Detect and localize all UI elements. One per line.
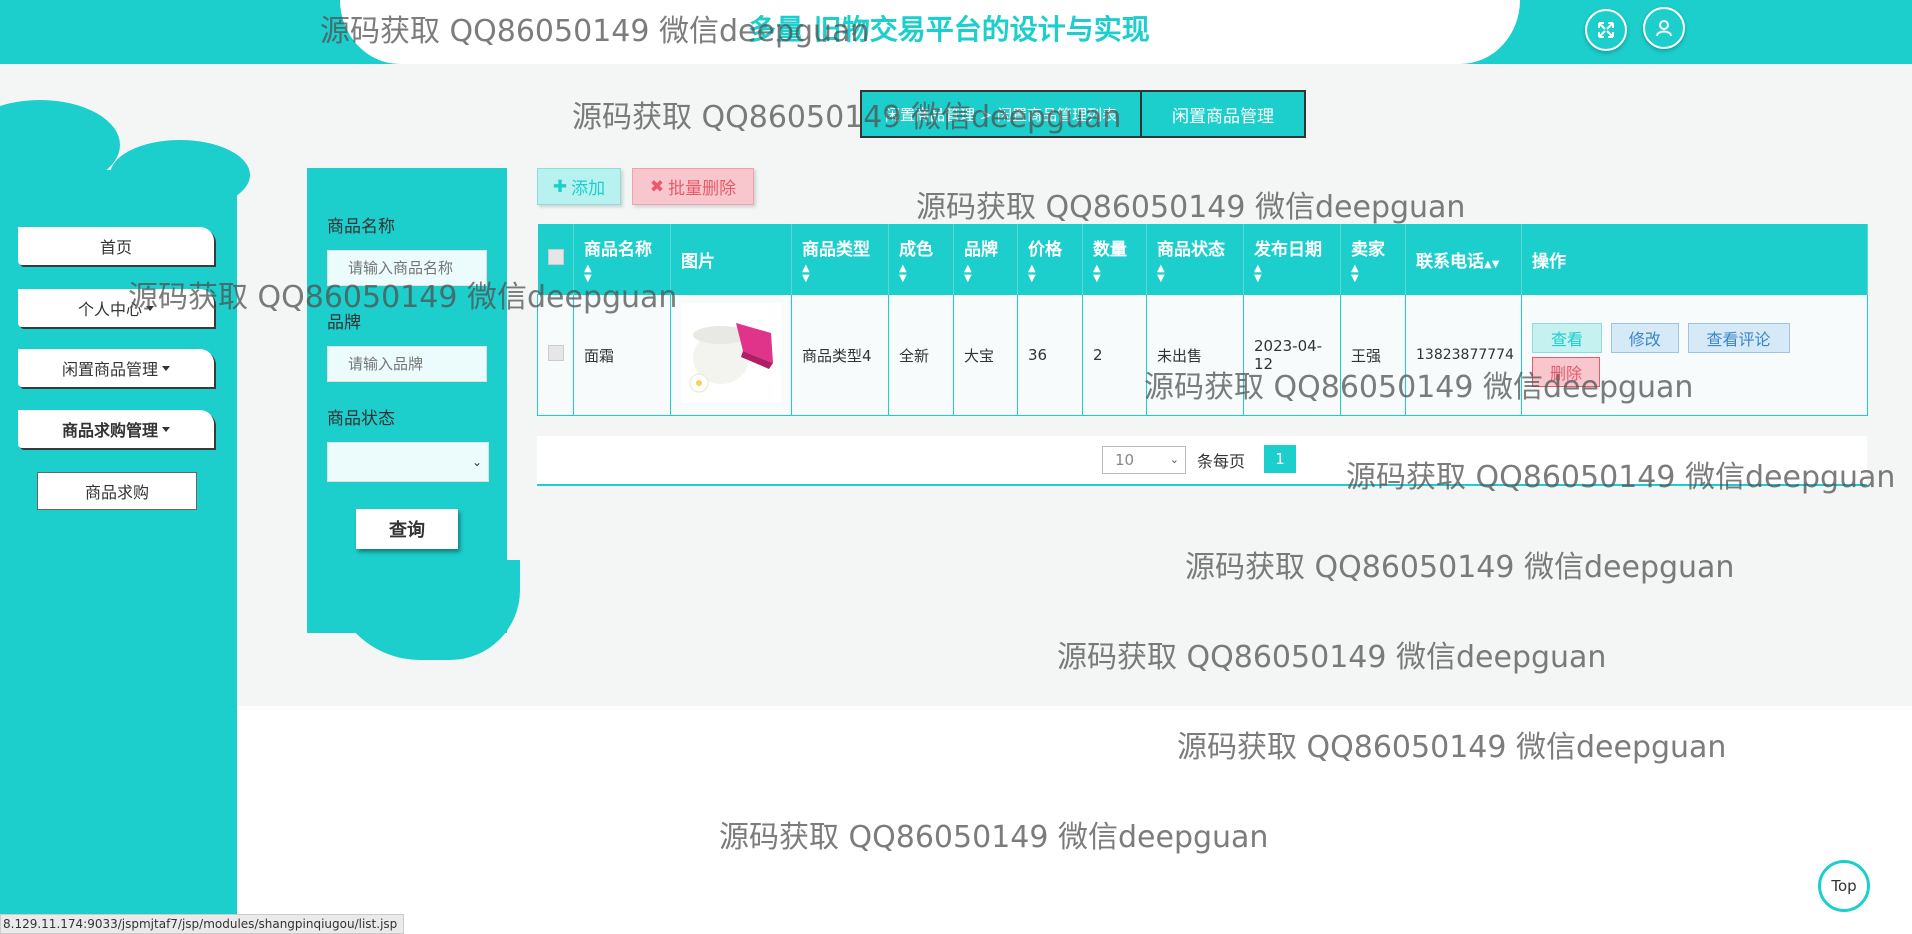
column-header[interactable]: 成色 ▲ ▼: [888, 224, 954, 295]
status-cell: 未出售: [1146, 294, 1244, 416]
column-header[interactable]: 商品类型 ▲ ▼: [791, 224, 889, 295]
sidebar-item-idle-goods[interactable]: 闲置商品管理: [18, 349, 214, 387]
chevron-down-icon: ⌄: [1169, 453, 1179, 466]
column-header[interactable]: 联系电话▲▼: [1405, 224, 1522, 295]
page-size-select[interactable]: 10 ⌄: [1102, 446, 1186, 474]
product-image[interactable]: [681, 303, 781, 403]
column-header[interactable]: 商品名称 ▲ ▼: [573, 224, 671, 295]
user-button[interactable]: [1643, 7, 1685, 49]
brand-cell: 大宝: [953, 294, 1018, 416]
watermark: 源码获取 QQ86050149 微信deepguan: [719, 820, 1269, 855]
chevron-down-icon: ⌄: [471, 455, 482, 469]
condition-cell: 全新: [888, 294, 954, 416]
select-all-checkbox[interactable]: [547, 248, 564, 265]
back-to-top-button[interactable]: Top: [1818, 860, 1870, 912]
submenu-item-label: 商品求购: [84, 483, 149, 502]
breadcrumb: 闲置商品管理 > 闲置商品管理列表 闲置商品管理: [860, 90, 1306, 138]
sidebar-item-purchase[interactable]: 商品求购管理: [18, 410, 214, 448]
per-page-label: 条每页: [1197, 452, 1246, 471]
breadcrumb-list[interactable]: 闲置商品管理 > 闲置商品管理列表: [862, 92, 1140, 136]
column-header[interactable]: 品牌 ▲ ▼: [953, 224, 1018, 295]
breadcrumb-current: 闲置商品管理: [1140, 92, 1304, 136]
date-cell: 2023-04-12: [1243, 294, 1341, 416]
image-cell: [670, 294, 792, 416]
seller-cell: 王强: [1340, 294, 1406, 416]
chevron-down-icon: [162, 365, 170, 371]
row-select-cell: [537, 294, 574, 416]
column-header[interactable]: 价格 ▲ ▼: [1017, 224, 1083, 295]
name-label: 商品名称: [327, 217, 395, 237]
sidebar: [0, 170, 237, 932]
actions-cell: 查看 修改 查看评论 删除: [1521, 294, 1868, 416]
sort-icon: ▲▼: [1157, 262, 1165, 284]
edit-button[interactable]: 修改: [1610, 323, 1679, 353]
brand-input[interactable]: [327, 346, 487, 382]
name-input[interactable]: [327, 250, 487, 286]
fullscreen-button[interactable]: [1585, 9, 1627, 51]
page-title: 多量 旧物交易平台的设计与实现: [748, 13, 1150, 46]
sidebar-item-home[interactable]: 首页: [18, 227, 214, 265]
view-button[interactable]: 查看: [1532, 323, 1602, 353]
status-select[interactable]: ⌄: [327, 442, 489, 482]
sidebar-item-label: 商品求购管理: [61, 421, 158, 440]
sort-icon: ▲▼: [1093, 262, 1101, 284]
sidebar-item-personal-center[interactable]: 个人中心: [18, 289, 214, 327]
pagination: 10 ⌄ 条每页 1: [537, 436, 1867, 486]
type-cell: 商品类型4: [791, 294, 889, 416]
sort-icon: ▲▼: [584, 262, 592, 284]
quantity-cell: 2: [1082, 294, 1147, 416]
page-number-button[interactable]: 1: [1264, 445, 1296, 473]
sidebar-item-label: 闲置商品管理: [61, 360, 158, 379]
sidebar-decoration: [110, 140, 250, 210]
brand-label: 品牌: [327, 313, 361, 333]
add-button[interactable]: ✚ 添加: [537, 168, 621, 205]
chevron-down-icon: [146, 305, 154, 311]
page-size-value: 10: [1115, 451, 1135, 469]
column-header: 图片: [670, 224, 792, 295]
status-label: 商品状态: [327, 409, 395, 429]
table-row: 面霜 商品类型4 全新 大宝 36 2 未出售 2023-04-12 王强 13…: [537, 294, 1868, 416]
plus-icon: ✚: [552, 176, 568, 197]
chevron-down-icon: [162, 426, 170, 432]
sort-icon: ▲▼: [1028, 262, 1036, 284]
sort-icon: ▲▼: [964, 262, 972, 284]
query-button[interactable]: 查询: [356, 509, 458, 549]
delete-button[interactable]: 删除: [1532, 357, 1600, 387]
status-bar-url: 8.129.11.174:9033/jspmjtaf7/jsp/modules/…: [0, 914, 405, 934]
column-header[interactable]: 数量 ▲ ▼: [1082, 224, 1147, 295]
column-header: 操作: [1521, 224, 1868, 295]
add-button-label: 添加: [571, 179, 606, 199]
table-header-row: 商品名称 ▲ ▼ 图片 商品类型 ▲ ▼ 成色 ▲ ▼ 品牌 ▲ ▼ 价格 ▲ ▼ 数量 ▲ ▼ 商品状…: [537, 224, 1868, 295]
sort-icon: ▲▼: [1484, 258, 1500, 270]
column-header[interactable]: 卖家 ▲ ▼: [1340, 224, 1406, 295]
row-checkbox[interactable]: [548, 345, 564, 361]
price-cell: 36: [1017, 294, 1083, 416]
sort-icon: ▲▼: [1254, 262, 1262, 284]
batch-delete-button[interactable]: ✖ 批量删除: [632, 168, 754, 205]
watermark: 源码获取 QQ86050149 微信deepguan: [1177, 730, 1727, 765]
column-header[interactable]: 发布日期 ▲ ▼: [1243, 224, 1341, 295]
user-icon: [1656, 20, 1672, 37]
sort-icon: ▲▼: [1351, 262, 1359, 284]
phone-cell: 13823877774: [1405, 294, 1522, 416]
view-reviews-button[interactable]: 查看评论: [1687, 323, 1790, 353]
submenu-item-purchase[interactable]: 商品求购: [37, 472, 197, 510]
sidebar-item-label: 个人中心: [77, 300, 142, 319]
sidebar-item-label: 首页: [99, 238, 132, 257]
sort-icon: ▲▼: [899, 262, 907, 284]
batch-delete-label: 批量删除: [668, 179, 737, 199]
close-icon: ✖: [649, 176, 665, 197]
sort-icon: ▲▼: [802, 262, 810, 284]
name-cell: 面霜: [573, 294, 671, 416]
goods-table: 商品名称 ▲ ▼ 图片 商品类型 ▲ ▼ 成色 ▲ ▼ 品牌 ▲ ▼ 价格 ▲ ▼ 数量 ▲ ▼ 商品状…: [537, 224, 1868, 416]
column-header[interactable]: 商品状态 ▲ ▼: [1146, 224, 1244, 295]
expand-icon: [1598, 22, 1614, 38]
breadcrumb-list-label: 闲置商品管理 > 闲置商品管理列表: [884, 105, 1118, 124]
select-all-header: [537, 224, 574, 295]
